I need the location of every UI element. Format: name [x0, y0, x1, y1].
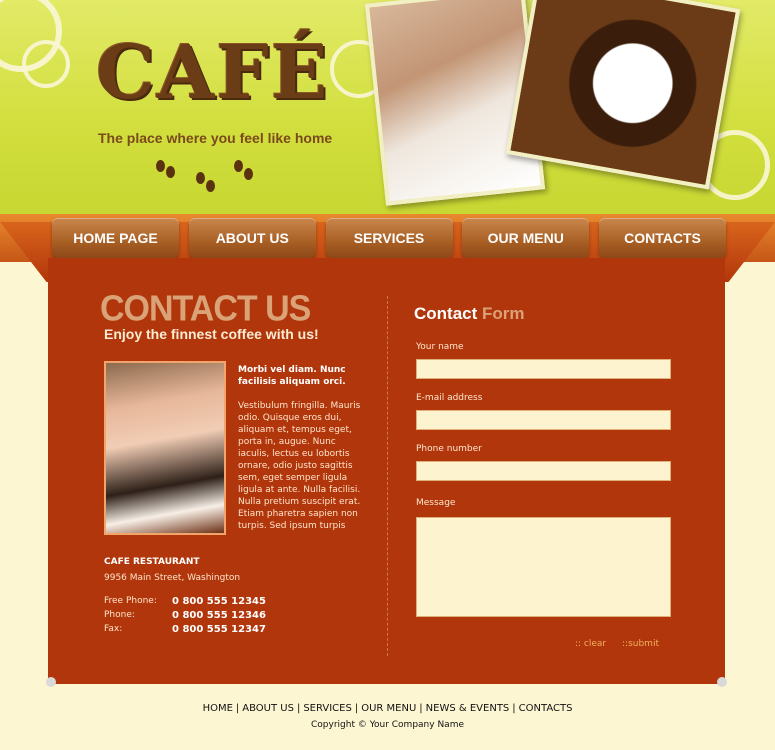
swirl-decoration	[22, 40, 70, 88]
coffee-bean-icon	[196, 172, 205, 184]
phone-row-phone: Phone: 0 800 555 12346	[104, 610, 266, 621]
cafe-logo: CAFÉ	[96, 30, 330, 116]
nav-item-contacts[interactable]: CONTACTS	[599, 218, 726, 258]
column-divider	[387, 296, 388, 656]
nav-item-about[interactable]: ABOUT US	[188, 218, 316, 258]
footer-link-home[interactable]: HOME	[203, 703, 233, 714]
corner-ornament	[46, 677, 56, 687]
phone-label: Fax:	[104, 624, 123, 634]
separator: |	[296, 703, 301, 714]
separator: |	[512, 703, 516, 714]
intro-body: Vestibulum fringilla. Mauris odio. Quisq…	[238, 401, 361, 531]
footer-link-menu[interactable]: OUR MENU	[361, 703, 416, 714]
coffee-bean-icon	[234, 160, 243, 172]
clear-button[interactable]: :: clear	[575, 639, 606, 649]
coffee-bean-icon	[206, 180, 215, 192]
separator: |	[419, 703, 423, 714]
copyright: Copyright © Your Company Name	[311, 720, 464, 730]
page-title: CONTACT US	[100, 289, 311, 329]
phone-value: 0 800 555 12345	[172, 596, 266, 607]
phone-value: 0 800 555 12347	[172, 624, 266, 635]
page: CAFÉ The place where you feel like home …	[0, 0, 775, 750]
main-nav: HOME PAGE ABOUT US SERVICES OUR MENU CON…	[52, 218, 726, 258]
form-title: Contact Form	[414, 304, 525, 324]
email-label: E-mail address	[416, 393, 483, 403]
email-field[interactable]	[416, 410, 671, 430]
corner-ornament	[717, 677, 727, 687]
message-field[interactable]	[416, 517, 671, 617]
footer-link-services[interactable]: SERVICES	[303, 703, 352, 714]
coffee-bean-icon	[166, 166, 175, 178]
phone-label: Phone:	[104, 610, 135, 620]
form-title-part1: Contact	[414, 304, 478, 323]
phone-label: Phone number	[416, 444, 482, 454]
separator: |	[235, 703, 240, 714]
phone-field[interactable]	[416, 461, 671, 481]
coffee-bean-icon	[244, 168, 253, 180]
header-banner: CAFÉ The place where you feel like home	[0, 0, 775, 222]
separator: |	[354, 703, 359, 714]
intro-lead: Morbi vel diam. Nunc facilisis aliquam o…	[238, 365, 346, 387]
footer-nav: HOME | ABOUT US | SERVICES | OUR MENU | NEWS & E…	[0, 703, 775, 714]
message-label: Message	[416, 498, 456, 508]
nav-item-home[interactable]: HOME PAGE	[52, 218, 179, 258]
phone-row-free: Free Phone: 0 800 555 12345	[104, 596, 266, 607]
name-label: Your name	[416, 342, 464, 352]
woman-with-coffee-photo	[104, 361, 226, 535]
address-name: CAFE RESTAURANT	[104, 557, 200, 567]
coffee-bean-icon	[156, 160, 165, 172]
phone-row-fax: Fax: 0 800 555 12347	[104, 624, 266, 635]
nav-item-services[interactable]: SERVICES	[325, 218, 453, 258]
name-field[interactable]	[416, 359, 671, 379]
phone-value: 0 800 555 12346	[172, 610, 266, 621]
phone-label: Free Phone:	[104, 596, 157, 606]
footer-link-news[interactable]: NEWS & EVENTS	[426, 703, 510, 714]
footer-link-about[interactable]: ABOUT US	[242, 703, 294, 714]
page-subtitle: Enjoy the finnest coffee with us!	[104, 326, 319, 342]
form-title-part2: Form	[482, 304, 525, 323]
address-street: 9956 Main Street, Washington	[104, 573, 241, 583]
footer-link-contacts[interactable]: CONTACTS	[519, 703, 573, 714]
nav-item-menu[interactable]: OUR MENU	[462, 218, 590, 258]
submit-button[interactable]: ::submit	[622, 639, 659, 649]
tagline: The place where you feel like home	[98, 130, 333, 146]
